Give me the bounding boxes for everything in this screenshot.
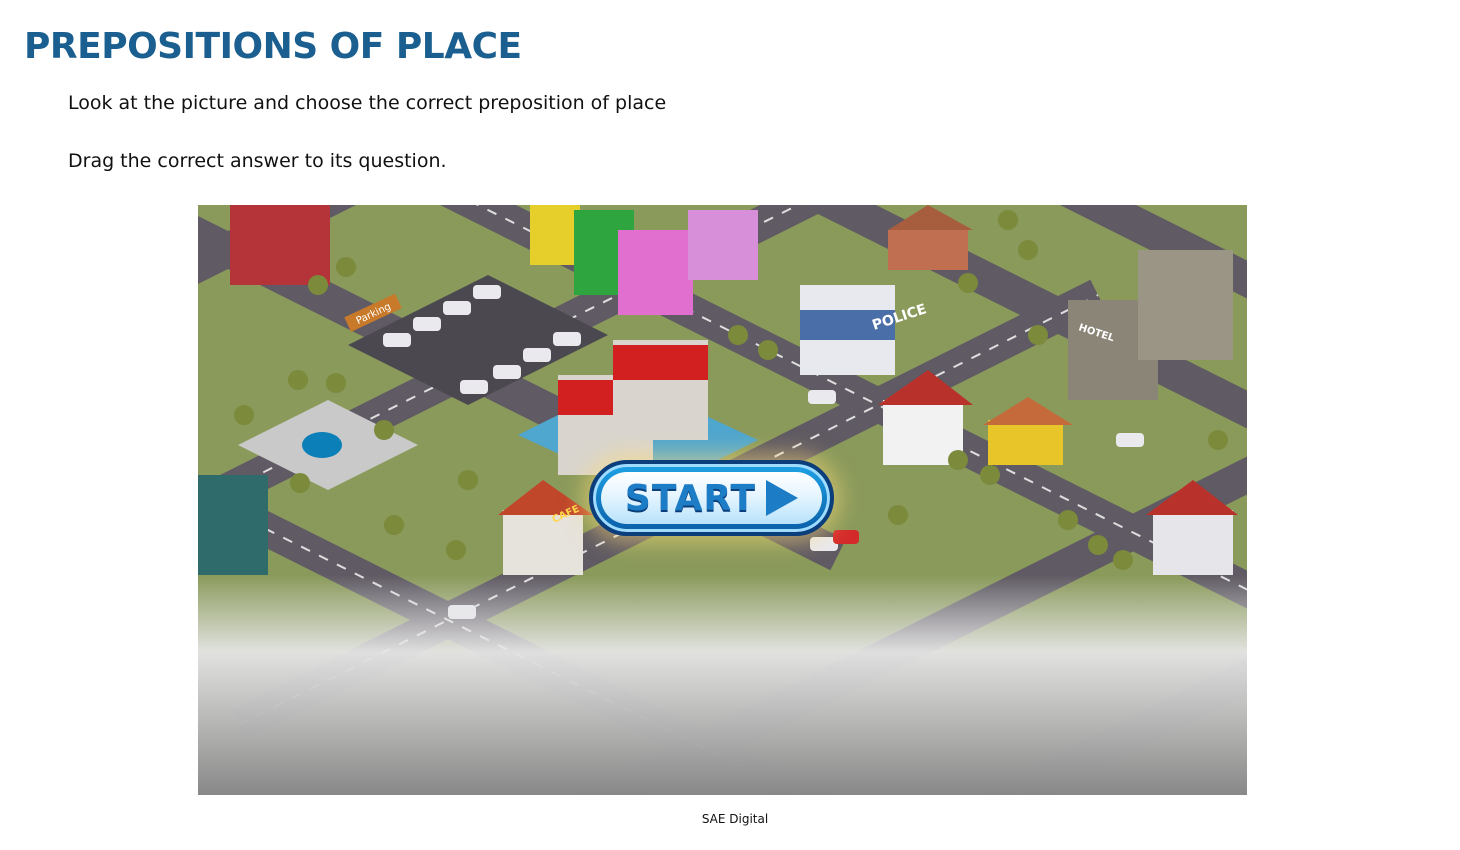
footer-credit: SAE Digital bbox=[701, 812, 769, 826]
drag-instruction-text: Drag the correct answer to its question. bbox=[68, 150, 447, 172]
game-stage[interactable]: Parking POLICE HOTEL CAFE START bbox=[198, 205, 1247, 795]
start-button-face[interactable]: START bbox=[601, 472, 822, 524]
start-button[interactable]: START bbox=[589, 460, 834, 536]
play-arrow-icon bbox=[766, 480, 799, 516]
page-title: PREPOSITIONS OF PLACE bbox=[24, 26, 522, 67]
instruction-text: Look at the picture and choose the corre… bbox=[68, 92, 667, 114]
start-label: START bbox=[624, 477, 757, 519]
